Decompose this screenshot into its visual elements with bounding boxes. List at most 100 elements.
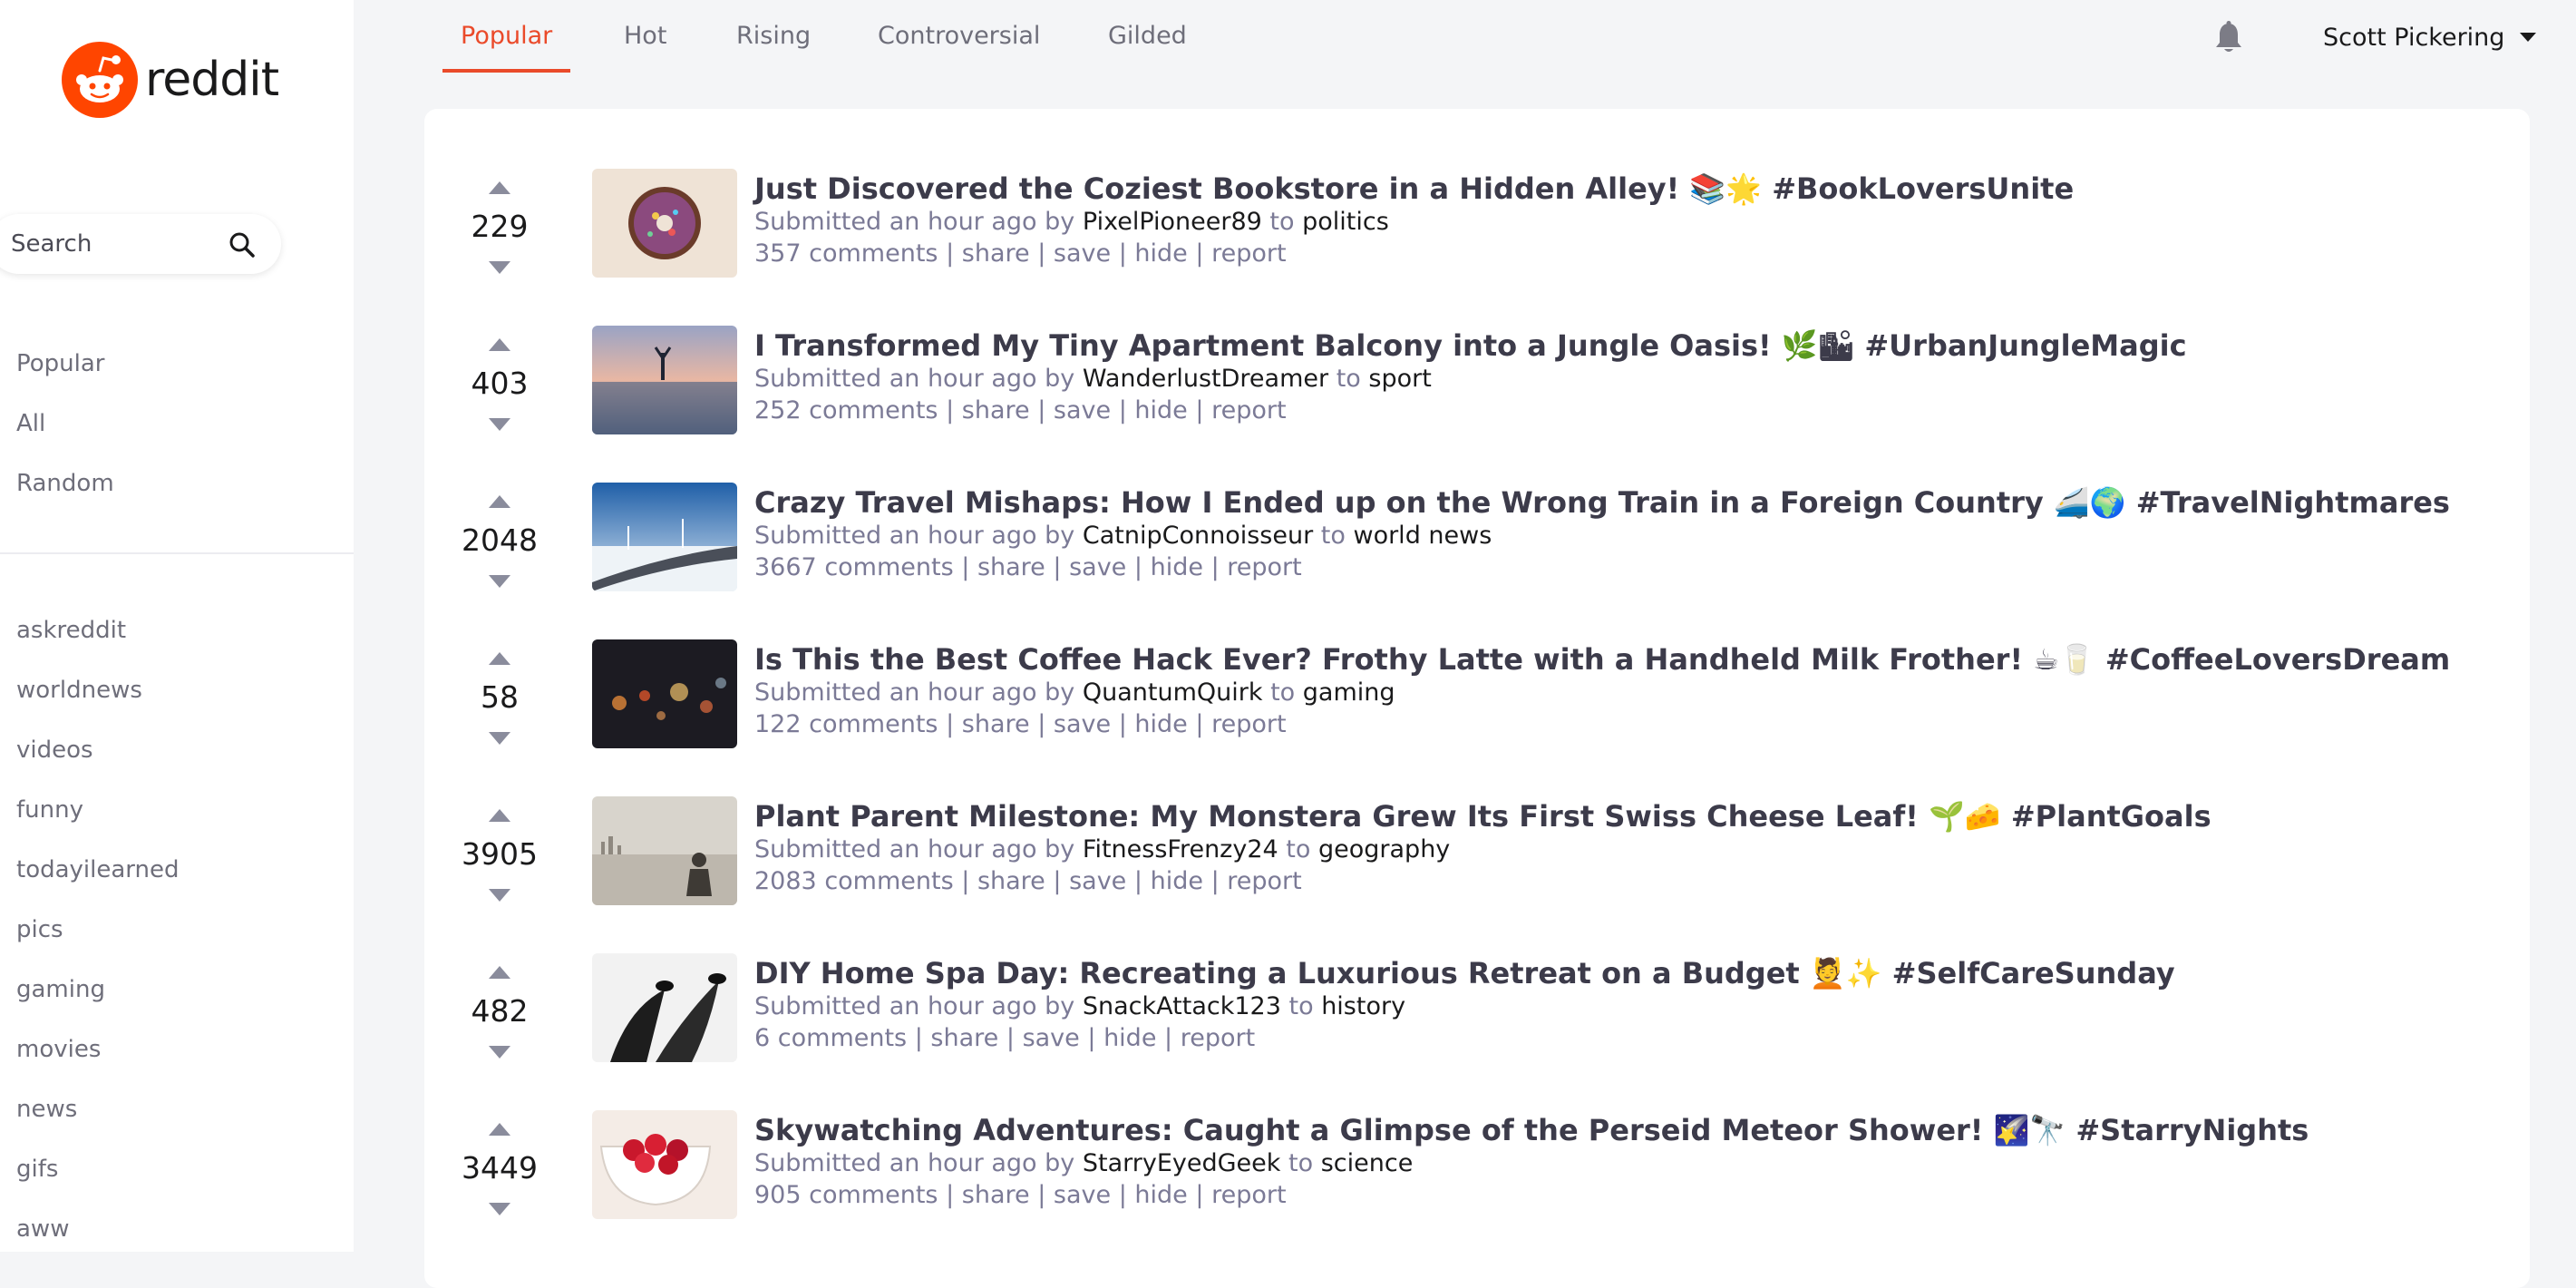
upvote-icon[interactable] — [489, 966, 510, 979]
subreddit-link[interactable]: aww — [16, 1199, 180, 1259]
report-link[interactable]: report — [1211, 396, 1286, 424]
share-link[interactable]: share — [962, 710, 1030, 738]
post-subreddit[interactable]: science — [1321, 1149, 1414, 1177]
bell-icon[interactable] — [2212, 20, 2245, 54]
subreddit-link[interactable]: pics — [16, 900, 180, 960]
post-title[interactable]: DIY Home Spa Day: Recreating a Luxurious… — [754, 955, 2477, 991]
subreddit-link[interactable]: worldnews — [16, 660, 180, 720]
tab-popular[interactable]: Popular — [442, 0, 571, 73]
comments-link[interactable]: 252 comments — [754, 396, 938, 424]
hide-link[interactable]: hide — [1151, 553, 1203, 581]
subreddit-link[interactable]: movies — [16, 1020, 180, 1079]
save-link[interactable]: save — [1023, 1024, 1080, 1052]
comments-link[interactable]: 905 comments — [754, 1181, 938, 1209]
post-author[interactable]: QuantumQuirk — [1083, 678, 1263, 707]
comments-link[interactable]: 3667 comments — [754, 553, 954, 581]
tab-controversial[interactable]: Controversial — [878, 0, 1040, 73]
post-author[interactable]: PixelPioneer89 — [1083, 208, 1262, 236]
post-author[interactable]: StarryEyedGeek — [1083, 1149, 1281, 1177]
post-title[interactable]: Crazy Travel Mishaps: How I Ended up on … — [754, 484, 2477, 521]
share-link[interactable]: share — [962, 396, 1030, 424]
subreddit-link[interactable]: gifs — [16, 1139, 180, 1199]
post-author[interactable]: WanderlustDreamer — [1083, 365, 1328, 393]
sidebar-item-popular[interactable]: Popular — [16, 334, 114, 394]
save-link[interactable]: save — [1069, 553, 1126, 581]
comments-link[interactable]: 122 comments — [754, 710, 938, 738]
post-title[interactable]: Skywatching Adventures: Caught a Glimpse… — [754, 1112, 2477, 1148]
save-link[interactable]: save — [1054, 1181, 1111, 1209]
post-author[interactable]: FitnessFrenzy24 — [1083, 835, 1278, 864]
hide-link[interactable]: hide — [1134, 396, 1187, 424]
post-subreddit[interactable]: gaming — [1303, 678, 1395, 707]
tab-rising[interactable]: Rising — [736, 0, 811, 73]
upvote-icon[interactable] — [489, 652, 510, 665]
search-input[interactable] — [9, 229, 209, 259]
save-link[interactable]: save — [1069, 867, 1126, 895]
tab-gilded[interactable]: Gilded — [1108, 0, 1187, 73]
post-thumbnail[interactable] — [592, 639, 737, 748]
reddit-logo[interactable]: reddit — [60, 40, 279, 120]
post-thumbnail[interactable] — [592, 169, 737, 278]
save-link[interactable]: save — [1054, 396, 1111, 424]
subreddit-link[interactable]: news — [16, 1079, 180, 1139]
post-title[interactable]: I Transformed My Tiny Apartment Balcony … — [754, 327, 2477, 364]
hide-link[interactable]: hide — [1134, 239, 1187, 268]
share-link[interactable]: share — [977, 553, 1045, 581]
report-link[interactable]: report — [1211, 239, 1286, 268]
subreddit-link[interactable]: todayilearned — [16, 840, 180, 900]
downvote-icon[interactable] — [489, 261, 510, 274]
share-link[interactable]: share — [977, 867, 1045, 895]
upvote-icon[interactable] — [489, 495, 510, 508]
share-link[interactable]: share — [930, 1024, 998, 1052]
post-subreddit[interactable]: sport — [1368, 365, 1431, 393]
tab-hot[interactable]: Hot — [624, 0, 666, 73]
downvote-icon[interactable] — [489, 418, 510, 431]
subreddit-link[interactable]: gaming — [16, 960, 180, 1020]
comments-link[interactable]: 6 comments — [754, 1024, 907, 1052]
subreddit-link[interactable]: funny — [16, 780, 180, 840]
post-title[interactable]: Just Discovered the Coziest Bookstore in… — [754, 171, 2477, 207]
hide-link[interactable]: hide — [1151, 867, 1203, 895]
post-title[interactable]: Plant Parent Milestone: My Monstera Grew… — [754, 798, 2477, 834]
report-link[interactable]: report — [1227, 867, 1301, 895]
downvote-icon[interactable] — [489, 889, 510, 902]
report-link[interactable]: report — [1227, 553, 1301, 581]
post-author[interactable]: CatnipConnoisseur — [1083, 522, 1313, 550]
post-title[interactable]: Is This the Best Coffee Hack Ever? Froth… — [754, 641, 2477, 678]
save-link[interactable]: save — [1054, 239, 1111, 268]
share-link[interactable]: share — [962, 1181, 1030, 1209]
upvote-icon[interactable] — [489, 809, 510, 822]
post-author[interactable]: SnackAttack123 — [1083, 992, 1281, 1020]
user-menu[interactable]: Scott Pickering — [2323, 20, 2537, 54]
downvote-icon[interactable] — [489, 575, 510, 588]
post-thumbnail[interactable] — [592, 796, 737, 905]
subreddit-link[interactable]: askreddit — [16, 600, 180, 660]
sidebar-item-all[interactable]: All — [16, 394, 114, 454]
post-thumbnail[interactable] — [592, 326, 737, 434]
post-subreddit[interactable]: politics — [1302, 208, 1389, 236]
post-subreddit[interactable]: world news — [1353, 522, 1492, 550]
downvote-icon[interactable] — [489, 1203, 510, 1215]
downvote-icon[interactable] — [489, 1046, 510, 1059]
post-subreddit[interactable]: history — [1321, 992, 1405, 1020]
post-thumbnail[interactable] — [592, 953, 737, 1062]
report-link[interactable]: report — [1211, 710, 1286, 738]
downvote-icon[interactable] — [489, 732, 510, 745]
sidebar-item-random[interactable]: Random — [16, 454, 114, 513]
hide-link[interactable]: hide — [1134, 710, 1187, 738]
post-thumbnail[interactable] — [592, 1110, 737, 1219]
search-box[interactable] — [0, 214, 281, 274]
report-link[interactable]: report — [1211, 1181, 1286, 1209]
hide-link[interactable]: hide — [1134, 1181, 1187, 1209]
upvote-icon[interactable] — [489, 338, 510, 351]
share-link[interactable]: share — [962, 239, 1030, 268]
comments-link[interactable]: 2083 comments — [754, 867, 954, 895]
save-link[interactable]: save — [1054, 710, 1111, 738]
post-thumbnail[interactable] — [592, 483, 737, 591]
upvote-icon[interactable] — [489, 181, 510, 194]
report-link[interactable]: report — [1181, 1024, 1255, 1052]
search-icon[interactable] — [228, 231, 256, 259]
upvote-icon[interactable] — [489, 1123, 510, 1136]
subreddit-link[interactable]: videos — [16, 720, 180, 780]
hide-link[interactable]: hide — [1103, 1024, 1156, 1052]
